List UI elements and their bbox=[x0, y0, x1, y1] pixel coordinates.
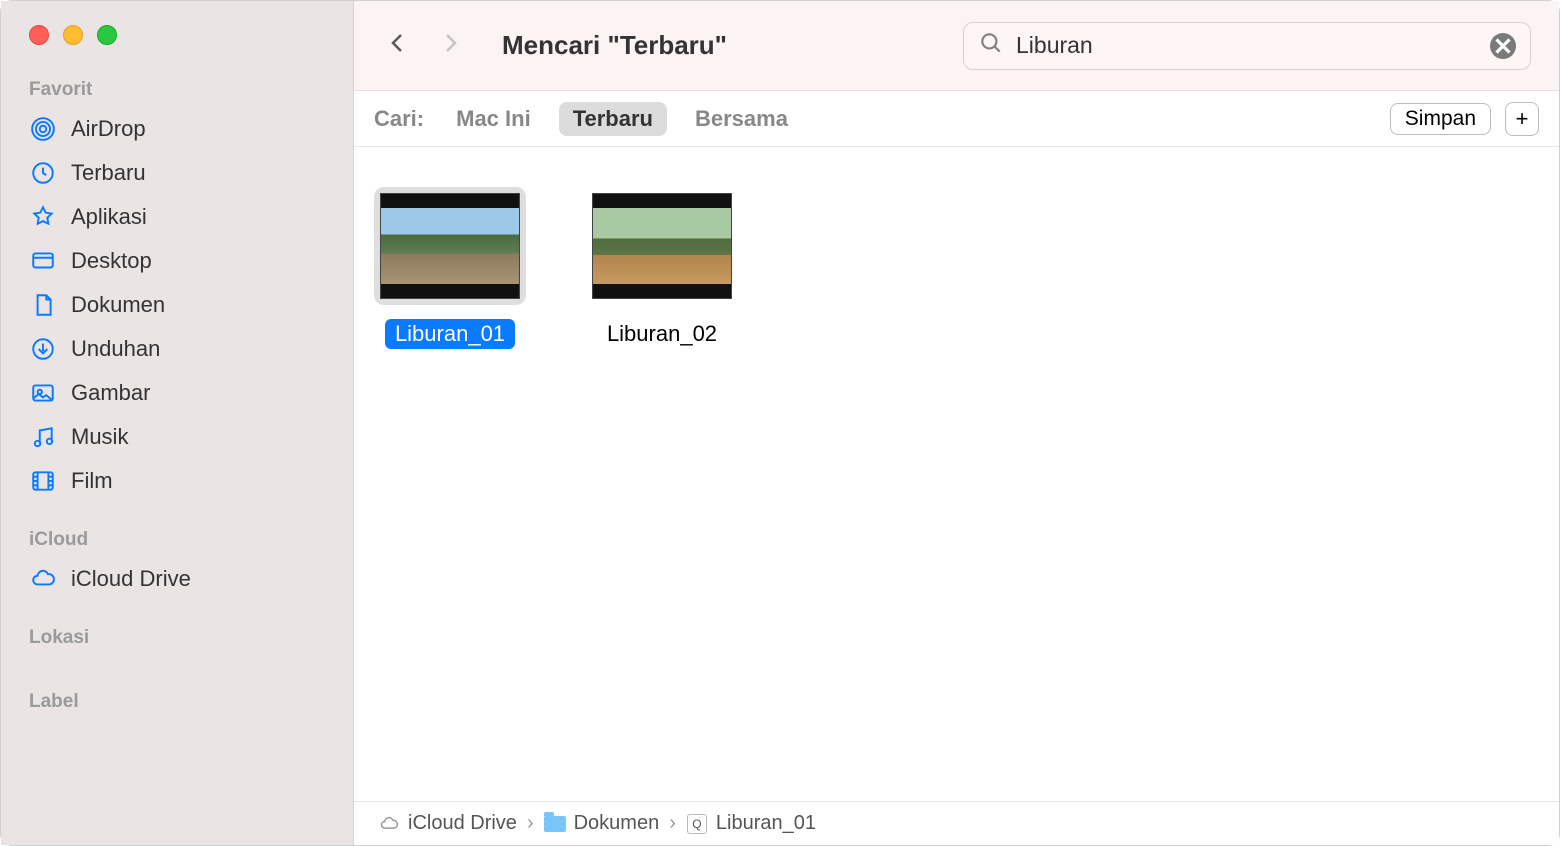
file-name-label[interactable]: Liburan_02 bbox=[597, 319, 727, 349]
file-thumbnail[interactable] bbox=[586, 187, 738, 305]
save-search-button[interactable]: Simpan bbox=[1390, 103, 1491, 135]
path-crumb-label: iCloud Drive bbox=[408, 812, 517, 835]
sidebar-item-documents[interactable]: Dokumen bbox=[1, 283, 353, 327]
path-crumb-file[interactable]: Q Liburan_01 bbox=[686, 812, 816, 835]
scope-option-shared[interactable]: Bersama bbox=[681, 102, 802, 136]
scope-option-this-mac[interactable]: Mac Ini bbox=[442, 102, 545, 136]
file-item[interactable]: Liburan_01 bbox=[374, 187, 526, 349]
sidebar-item-recents[interactable]: Terbaru bbox=[1, 151, 353, 195]
sidebar-section-locations: Lokasi bbox=[1, 619, 353, 655]
cloud-icon bbox=[29, 565, 57, 593]
minimize-window-button[interactable] bbox=[63, 25, 83, 45]
sidebar-section-favorites: Favorit bbox=[1, 71, 353, 107]
toolbar: Mencari "Terbaru" bbox=[354, 1, 1559, 91]
sidebar-item-label: Gambar bbox=[71, 380, 150, 406]
add-criteria-button[interactable]: + bbox=[1505, 102, 1539, 136]
folder-icon bbox=[544, 813, 566, 835]
sidebar-item-label: Film bbox=[71, 468, 113, 494]
sidebar-item-label: Unduhan bbox=[71, 336, 160, 362]
file-name-label[interactable]: Liburan_01 bbox=[385, 319, 515, 349]
sidebar-item-label: Desktop bbox=[71, 248, 152, 274]
nav-arrows bbox=[386, 26, 462, 65]
search-field[interactable] bbox=[963, 22, 1531, 70]
sidebar-item-label: Terbaru bbox=[71, 160, 146, 186]
pictures-icon bbox=[29, 379, 57, 407]
results-area: Liburan_01 Liburan_02 bbox=[354, 147, 1559, 801]
document-icon bbox=[29, 291, 57, 319]
cloud-icon bbox=[378, 813, 400, 835]
desktop-icon bbox=[29, 247, 57, 275]
quicktime-icon: Q bbox=[686, 813, 708, 835]
film-icon bbox=[29, 467, 57, 495]
clock-icon bbox=[29, 159, 57, 187]
path-crumb-icloud[interactable]: iCloud Drive bbox=[378, 812, 517, 835]
sidebar-item-label: Musik bbox=[71, 424, 128, 450]
sidebar-item-icloud-drive[interactable]: iCloud Drive bbox=[1, 557, 353, 601]
sidebar-item-desktop[interactable]: Desktop bbox=[1, 239, 353, 283]
window-controls bbox=[1, 19, 353, 71]
path-crumb-documents[interactable]: Dokumen bbox=[544, 812, 660, 835]
sidebar-item-airdrop[interactable]: AirDrop bbox=[1, 107, 353, 151]
sidebar: Favorit AirDrop Terbaru Aplikasi Desktop bbox=[1, 1, 354, 845]
file-item[interactable]: Liburan_02 bbox=[586, 187, 738, 349]
music-icon bbox=[29, 423, 57, 451]
window-title: Mencari "Terbaru" bbox=[502, 30, 727, 61]
sidebar-item-downloads[interactable]: Unduhan bbox=[1, 327, 353, 371]
sidebar-section-labels: Label bbox=[1, 683, 353, 719]
maximize-window-button[interactable] bbox=[97, 25, 117, 45]
clear-search-button[interactable] bbox=[1490, 33, 1516, 59]
sidebar-item-applications[interactable]: Aplikasi bbox=[1, 195, 353, 239]
applications-icon bbox=[29, 203, 57, 231]
file-thumbnail[interactable] bbox=[374, 187, 526, 305]
close-window-button[interactable] bbox=[29, 25, 49, 45]
airdrop-icon bbox=[29, 115, 57, 143]
sidebar-section-icloud: iCloud bbox=[1, 521, 353, 557]
download-icon bbox=[29, 335, 57, 363]
path-crumb-label: Dokumen bbox=[574, 812, 660, 835]
sidebar-item-music[interactable]: Musik bbox=[1, 415, 353, 459]
path-crumb-label: Liburan_01 bbox=[716, 812, 816, 835]
forward-button[interactable] bbox=[438, 26, 462, 65]
main-area: Mencari "Terbaru" Cari: Mac Ini Terbaru … bbox=[354, 1, 1559, 845]
chevron-right-icon: › bbox=[527, 812, 534, 835]
back-button[interactable] bbox=[386, 26, 410, 65]
search-scope-bar: Cari: Mac Ini Terbaru Bersama Simpan + bbox=[354, 91, 1559, 147]
sidebar-item-label: iCloud Drive bbox=[71, 566, 191, 592]
scope-label: Cari: bbox=[374, 106, 424, 132]
sidebar-item-movies[interactable]: Film bbox=[1, 459, 353, 503]
scope-option-recents[interactable]: Terbaru bbox=[559, 102, 667, 136]
sidebar-item-label: Dokumen bbox=[71, 292, 165, 318]
path-bar: iCloud Drive › Dokumen › Q Liburan_01 bbox=[354, 801, 1559, 845]
chevron-right-icon: › bbox=[669, 812, 676, 835]
sidebar-item-label: Aplikasi bbox=[71, 204, 147, 230]
sidebar-item-pictures[interactable]: Gambar bbox=[1, 371, 353, 415]
search-icon bbox=[978, 30, 1004, 61]
search-input[interactable] bbox=[1016, 32, 1490, 59]
sidebar-item-label: AirDrop bbox=[71, 116, 146, 142]
